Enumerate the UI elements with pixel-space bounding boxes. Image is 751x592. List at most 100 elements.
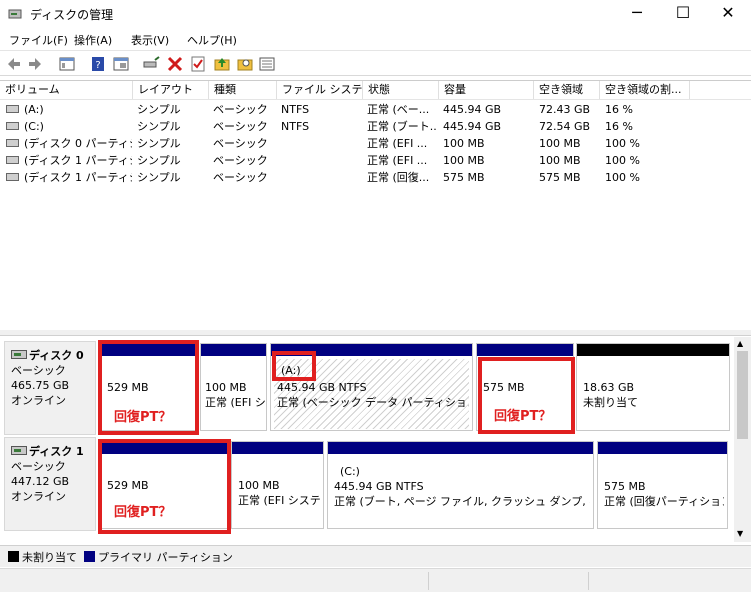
table-row[interactable]: (ディスク 0 パーティシ... シンプル ベーシック 正常 (EFI ... … — [0, 135, 751, 152]
disk-state: オンライン — [11, 394, 66, 407]
back-icon[interactable] — [5, 55, 23, 73]
partition-size: 18.63 GB — [583, 381, 635, 394]
disk-0-info[interactable]: ディスク 0 ベーシック 465.75 GB オンライン — [4, 341, 96, 435]
cell-type: ベーシック — [213, 154, 268, 167]
partition-size: 575 MB — [604, 480, 646, 493]
close-icon: ✕ — [721, 3, 735, 22]
legend-unallocated: 未割り当て — [22, 551, 77, 564]
cell-filesystem — [281, 169, 361, 186]
status-bar — [0, 568, 751, 592]
cell-capacity: 445.94 GB — [443, 120, 502, 133]
column-header-type[interactable]: 種類 — [209, 81, 277, 99]
cell-type: ベーシック — [213, 171, 268, 184]
partition-size: 445.94 GB NTFS — [277, 381, 367, 394]
list-view-icon[interactable] — [258, 55, 276, 73]
cell-volume: (ディスク 1 パーティシ... — [24, 154, 132, 167]
cell-capacity: 100 MB — [443, 137, 485, 150]
disk1-partition-4[interactable]: 575 MB 正常 (回復パーティション) — [597, 441, 728, 529]
legend-primary-partition: プライマリ パーティション — [98, 551, 233, 564]
table-row[interactable]: (ディスク 1 パーティシ... シンプル ベーシック 正常 (EFI ... … — [0, 152, 751, 169]
disk-icon — [11, 350, 27, 359]
up-folder-icon[interactable] — [213, 55, 231, 73]
cell-layout: シンプル — [137, 154, 181, 167]
cell-layout: シンプル — [137, 171, 181, 184]
volume-list: ボリューム レイアウト 種類 ファイル システム 状態 容量 空き領域 空き領域… — [0, 80, 751, 330]
disk-management-app-icon — [8, 9, 22, 19]
column-header-status[interactable]: 状態 — [363, 81, 439, 99]
find-icon[interactable] — [236, 55, 254, 73]
cell-type: ベーシック — [213, 137, 268, 150]
column-header-layout[interactable]: レイアウト — [133, 81, 209, 99]
show-hide-console-icon[interactable] — [58, 55, 76, 73]
partition-status: 正常 (EFI システ — [238, 494, 321, 507]
unallocated-bar — [577, 344, 729, 356]
partition-size: 445.94 GB NTFS — [334, 480, 424, 493]
cell-filesystem: NTFS — [281, 120, 310, 133]
cell-layout: シンプル — [137, 120, 181, 133]
table-row[interactable]: (ディスク 1 パーティシ... シンプル ベーシック 正常 (回復... 57… — [0, 169, 751, 186]
disk0-unallocated[interactable]: 18.63 GB 未割り当て — [576, 343, 730, 431]
disk1-partition-3[interactable]: (C:) 445.94 GB NTFS 正常 (ブート, ページ ファイル, ク… — [327, 441, 594, 529]
vertical-scrollbar[interactable]: ▲ ▼ — [734, 337, 751, 542]
partition-status: 正常 (EFI シ — [205, 396, 265, 409]
scroll-down-icon[interactable]: ▼ — [737, 529, 743, 538]
cell-free-space: 72.43 GB — [539, 103, 591, 116]
menu-action[interactable]: 操作(A) — [74, 32, 112, 48]
cell-layout: シンプル — [137, 137, 181, 150]
menu-file[interactable]: ファイル(F) — [9, 32, 68, 48]
column-header-percent-free[interactable]: 空き領域の割... — [600, 81, 690, 99]
minimize-icon: ─ — [632, 3, 642, 22]
scroll-thumb[interactable] — [737, 351, 748, 439]
connect-drive-icon[interactable] — [142, 55, 160, 73]
disk-type: ベーシック — [11, 460, 66, 473]
table-row[interactable]: (C:) シンプル ベーシック NTFS 正常 (ブート... 445.94 G… — [0, 118, 751, 135]
cell-percent-free: 100 % — [605, 171, 640, 184]
disk-1-info[interactable]: ディスク 1 ベーシック 447.12 GB オンライン — [4, 437, 96, 531]
menu-view[interactable]: 表示(V) — [131, 32, 169, 48]
cell-free-space: 100 MB — [539, 137, 581, 150]
maximize-button[interactable]: ☐ — [660, 0, 706, 28]
primary-partition-bar — [328, 442, 593, 454]
annotation-box: 回復PT？ — [98, 439, 231, 534]
minimize-button[interactable]: ─ — [614, 0, 660, 28]
help-icon[interactable]: ? — [89, 55, 107, 73]
annotation-label: 回復PT？ — [114, 410, 172, 425]
disk-graphical-view: ディスク 0 ベーシック 465.75 GB オンライン 529 MB 100 … — [0, 337, 734, 542]
annotation-label: 回復PT？ — [114, 505, 172, 520]
primary-partition-bar — [598, 442, 727, 454]
column-header-filesystem[interactable]: ファイル システム — [277, 81, 363, 99]
cell-filesystem: NTFS — [281, 103, 310, 116]
unallocated-swatch — [8, 551, 19, 562]
cell-type: ベーシック — [213, 120, 268, 133]
partition-size: 100 MB — [238, 479, 280, 492]
column-header-capacity[interactable]: 容量 — [439, 81, 534, 99]
cell-free-space: 575 MB — [539, 171, 581, 184]
properties-icon[interactable] — [112, 55, 130, 73]
disk0-partition-2[interactable]: 100 MB 正常 (EFI シ — [200, 343, 267, 431]
cell-volume: (ディスク 0 パーティシ... — [24, 137, 132, 150]
status-divider — [588, 572, 589, 590]
column-header-volume[interactable]: ボリューム — [0, 81, 133, 99]
disk-state: オンライン — [11, 490, 66, 503]
cell-percent-free: 100 % — [605, 154, 640, 167]
cell-type: ベーシック — [213, 103, 268, 116]
check-icon[interactable] — [189, 55, 207, 73]
cell-status: 正常 (ブート... — [367, 120, 437, 133]
pane-splitter[interactable] — [0, 330, 751, 336]
scroll-up-icon[interactable]: ▲ — [737, 339, 743, 348]
partition-status: 正常 (ブート, ページ ファイル, クラッシュ ダンプ, ベーシック — [334, 495, 590, 508]
table-row[interactable]: (A:) シンプル ベーシック NTFS 正常 (ベー... 445.94 GB… — [0, 101, 751, 118]
disk-size: 465.75 GB — [11, 379, 70, 392]
menu-help[interactable]: ヘルプ(H) — [187, 32, 237, 48]
volume-icon — [6, 139, 19, 147]
cell-capacity: 575 MB — [443, 171, 485, 184]
cell-filesystem — [281, 152, 361, 169]
close-button[interactable]: ✕ — [705, 0, 751, 28]
disk1-partition-2[interactable]: 100 MB 正常 (EFI システ — [231, 441, 324, 529]
column-header-free-space[interactable]: 空き領域 — [534, 81, 600, 99]
primary-partition-swatch — [84, 551, 95, 562]
forward-icon[interactable] — [26, 55, 44, 73]
delete-icon[interactable] — [166, 55, 184, 73]
window-title: ディスクの管理 — [30, 8, 114, 22]
cell-free-space: 100 MB — [539, 154, 581, 167]
